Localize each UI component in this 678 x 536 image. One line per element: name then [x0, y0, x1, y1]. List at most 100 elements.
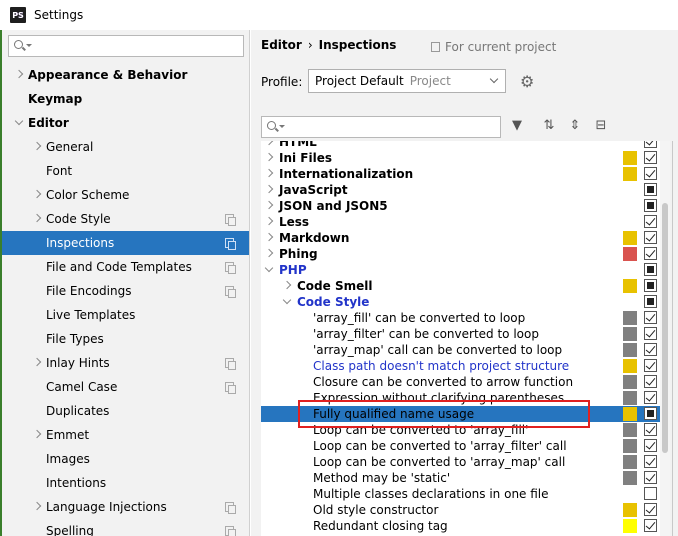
expand-all-icon[interactable]: ⇅	[541, 118, 557, 134]
inspection-enabled-checkbox[interactable]	[644, 295, 657, 308]
sidebar-item-file-types[interactable]: File Types	[0, 327, 249, 351]
search-history-dropdown-icon[interactable]	[26, 44, 32, 47]
chevron-right-icon[interactable]	[32, 135, 42, 159]
inspection-row[interactable]: Internationalization	[261, 166, 661, 182]
chevron-right-icon[interactable]	[32, 423, 42, 447]
inspection-row[interactable]: Loop can be converted to 'array_map' cal…	[261, 454, 661, 470]
sidebar-item-spelling[interactable]: Spelling	[0, 519, 249, 536]
chevron-right-icon[interactable]	[32, 351, 42, 375]
inspection-row[interactable]: Phing	[261, 246, 661, 262]
chevron-right-icon[interactable]	[32, 183, 42, 207]
inspection-enabled-checkbox[interactable]	[644, 519, 657, 532]
chevron-right-icon[interactable]	[32, 495, 42, 519]
inspection-enabled-checkbox[interactable]	[644, 407, 657, 420]
filter-icon[interactable]: ▼	[509, 118, 525, 134]
collapse-all-icon[interactable]: ⇕	[567, 118, 583, 134]
inspection-row[interactable]: JSON and JSON5	[261, 198, 661, 214]
sidebar-item-editor[interactable]: Editor	[0, 111, 249, 135]
inspection-enabled-checkbox[interactable]	[644, 391, 657, 404]
inspection-enabled-checkbox[interactable]	[644, 151, 657, 164]
inspection-row[interactable]: Multiple classes declarations in one fil…	[261, 486, 661, 502]
chevron-right-icon[interactable]	[265, 150, 275, 166]
sidebar-item-code-style[interactable]: Code Style	[0, 207, 249, 231]
inspection-enabled-checkbox[interactable]	[644, 327, 657, 340]
inspection-row[interactable]: 'array_map' call can be converted to loo…	[261, 342, 661, 358]
inspection-enabled-checkbox[interactable]	[644, 215, 657, 228]
inspection-enabled-checkbox[interactable]	[644, 455, 657, 468]
breadcrumb-editor[interactable]: Editor	[261, 38, 302, 52]
sidebar-item-keymap[interactable]: Keymap	[0, 87, 249, 111]
inspection-enabled-checkbox[interactable]	[644, 487, 657, 500]
sidebar-item-inlay-hints[interactable]: Inlay Hints	[0, 351, 249, 375]
inspection-enabled-checkbox[interactable]	[644, 199, 657, 212]
profile-dropdown[interactable]: Project Default Project	[308, 69, 506, 93]
sidebar-item-file-and-code-templates[interactable]: File and Code Templates	[0, 255, 249, 279]
sidebar-item-file-encodings[interactable]: File Encodings	[0, 279, 249, 303]
inspection-row[interactable]: Redundant closing tag	[261, 518, 661, 534]
inspection-enabled-checkbox[interactable]	[644, 141, 657, 148]
inspection-row[interactable]: HTML	[261, 141, 661, 150]
inspection-row[interactable]: Less	[261, 214, 661, 230]
inspection-enabled-checkbox[interactable]	[644, 279, 657, 292]
chevron-right-icon[interactable]	[265, 230, 275, 246]
chevron-right-icon[interactable]	[265, 198, 275, 214]
sidebar-item-images[interactable]: Images	[0, 447, 249, 471]
inspections-filter-input[interactable]	[261, 116, 501, 138]
chevron-down-icon[interactable]	[283, 294, 293, 310]
inspection-row[interactable]: Class path doesn't match project structu…	[261, 358, 661, 374]
breadcrumb-inspections: Inspections	[318, 38, 397, 52]
sidebar-item-emmet[interactable]: Emmet	[0, 423, 249, 447]
inspection-enabled-checkbox[interactable]	[644, 439, 657, 452]
tree-scrollbar[interactable]	[660, 141, 670, 536]
filter-history-dropdown-icon[interactable]	[279, 125, 285, 128]
sidebar-item-inspections[interactable]: Inspections	[0, 231, 249, 255]
chevron-down-icon[interactable]	[14, 111, 24, 135]
inspection-enabled-checkbox[interactable]	[644, 247, 657, 260]
sidebar-item-color-scheme[interactable]: Color Scheme	[0, 183, 249, 207]
inspection-row[interactable]: Closure can be converted to arrow functi…	[261, 374, 661, 390]
inspection-enabled-checkbox[interactable]	[644, 423, 657, 436]
sidebar-item-intentions[interactable]: Intentions	[0, 471, 249, 495]
reset-icon[interactable]: ⊟	[593, 118, 609, 134]
sidebar-item-live-templates[interactable]: Live Templates	[0, 303, 249, 327]
inspection-enabled-checkbox[interactable]	[644, 183, 657, 196]
inspection-row[interactable]: Code Smell	[261, 278, 661, 294]
inspection-enabled-checkbox[interactable]	[644, 231, 657, 244]
inspection-row[interactable]: Method may be 'static'	[261, 470, 661, 486]
chevron-down-icon[interactable]	[265, 262, 275, 278]
chevron-right-icon[interactable]	[14, 63, 24, 87]
sidebar-item-camel-case[interactable]: Camel Case	[0, 375, 249, 399]
sidebar-item-language-injections[interactable]: Language Injections	[0, 495, 249, 519]
inspection-enabled-checkbox[interactable]	[644, 471, 657, 484]
chevron-right-icon[interactable]	[265, 182, 275, 198]
inspection-row[interactable]: Code Style	[261, 294, 661, 310]
inspection-row[interactable]: Markdown	[261, 230, 661, 246]
inspection-row[interactable]: Ini Files	[261, 150, 661, 166]
inspection-row[interactable]: PHP	[261, 262, 661, 278]
chevron-right-icon[interactable]	[283, 278, 293, 294]
chevron-right-icon[interactable]	[265, 141, 275, 150]
settings-search-input[interactable]	[8, 35, 244, 57]
sidebar-item-duplicates[interactable]: Duplicates	[0, 399, 249, 423]
gear-icon[interactable]: ⚙	[520, 72, 534, 91]
inspection-row[interactable]: 'array_fill' can be converted to loop	[261, 310, 661, 326]
inspection-row[interactable]: Old style constructor	[261, 502, 661, 518]
inspection-enabled-checkbox[interactable]	[644, 343, 657, 356]
sidebar-item-font[interactable]: Font	[0, 159, 249, 183]
chevron-right-icon[interactable]	[32, 207, 42, 231]
scrollbar-thumb[interactable]	[662, 203, 668, 453]
inspection-row[interactable]: JavaScript	[261, 182, 661, 198]
inspection-enabled-checkbox[interactable]	[644, 263, 657, 276]
chevron-right-icon[interactable]	[265, 166, 275, 182]
inspection-row[interactable]: 'array_filter' can be converted to loop	[261, 326, 661, 342]
sidebar-item-appearance-behavior[interactable]: Appearance & Behavior	[0, 63, 249, 87]
inspection-enabled-checkbox[interactable]	[644, 311, 657, 324]
inspection-enabled-checkbox[interactable]	[644, 167, 657, 180]
inspection-row[interactable]: Loop can be converted to 'array_filter' …	[261, 438, 661, 454]
inspection-enabled-checkbox[interactable]	[644, 359, 657, 372]
sidebar-item-general[interactable]: General	[0, 135, 249, 159]
inspection-enabled-checkbox[interactable]	[644, 503, 657, 516]
chevron-right-icon[interactable]	[265, 214, 275, 230]
chevron-right-icon[interactable]	[265, 246, 275, 262]
inspection-enabled-checkbox[interactable]	[644, 375, 657, 388]
